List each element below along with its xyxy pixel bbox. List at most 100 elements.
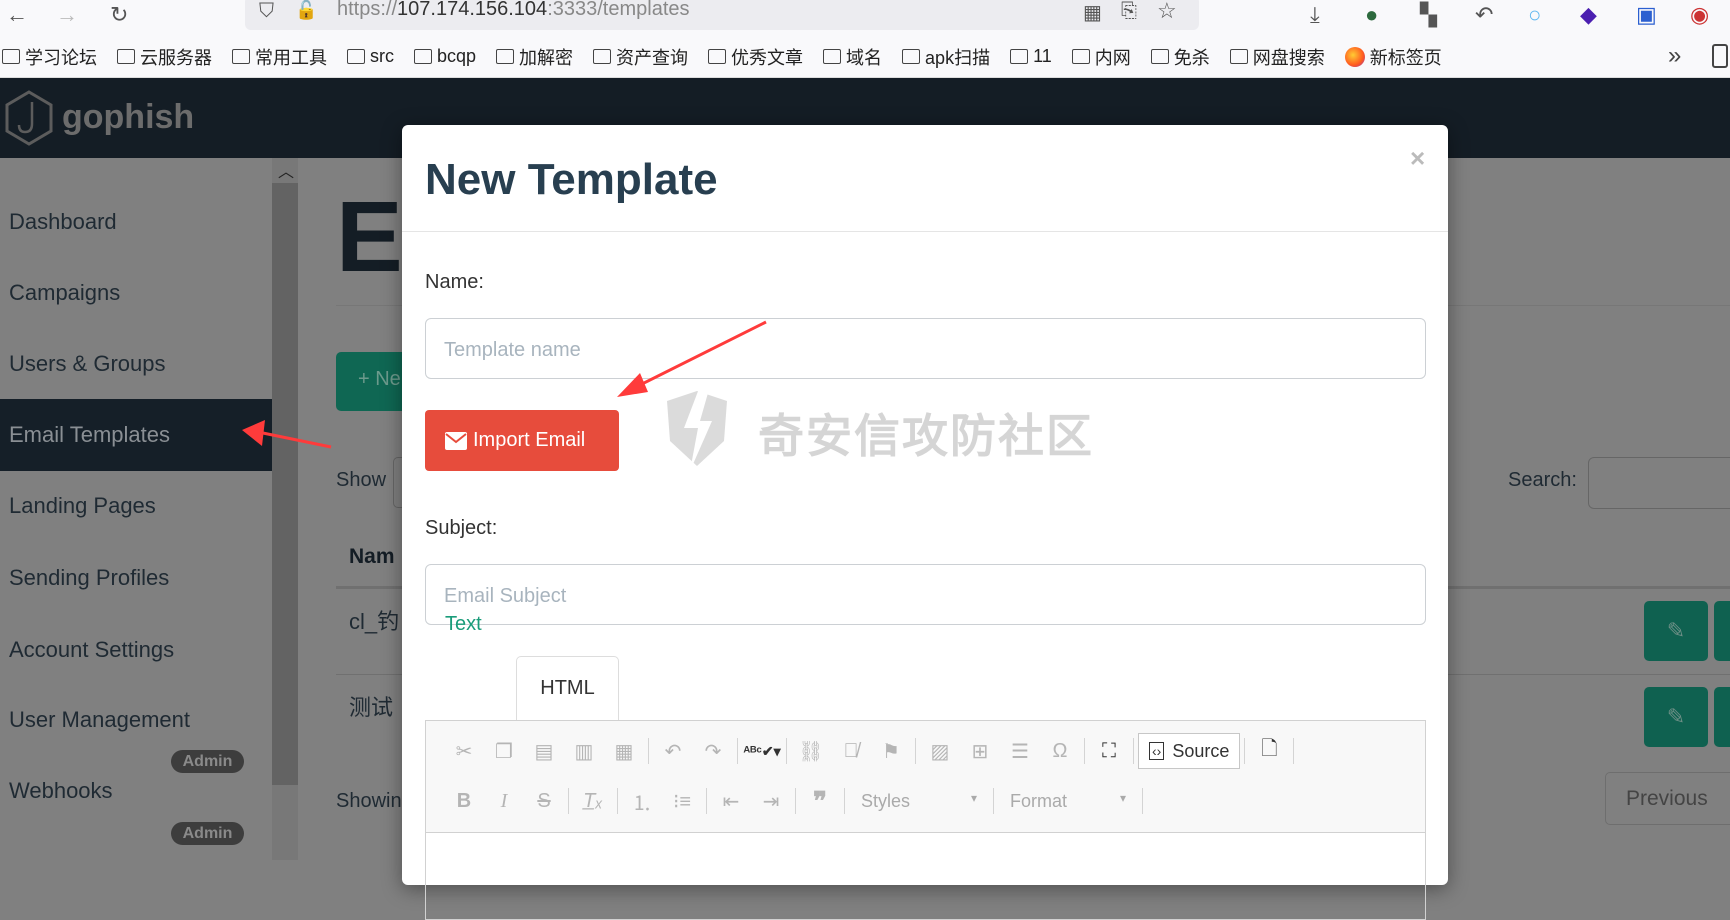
outdent-icon[interactable]: ⇤: [711, 789, 751, 814]
cut-icon[interactable]: ✂: [444, 739, 484, 764]
tab-html[interactable]: HTML: [516, 656, 619, 723]
bookmark-folder[interactable]: 加解密: [496, 44, 573, 70]
bulleted-list-icon[interactable]: ⁝≡: [662, 789, 702, 814]
bookmark-star-icon[interactable]: ☆: [1157, 0, 1177, 24]
search-input[interactable]: [1588, 457, 1730, 509]
bookmarks-overflow-button[interactable]: »: [1668, 42, 1681, 70]
back-icon[interactable]: ←: [6, 2, 28, 28]
bookmark-label: 优秀文章: [731, 47, 804, 68]
bookmark-folder[interactable]: 域名: [823, 44, 882, 70]
sidebar-item-email-templates[interactable]: Email Templates: [0, 399, 272, 471]
remove-format-icon[interactable]: T̲ₓ: [573, 790, 613, 813]
maximize-icon[interactable]: ⛶: [1089, 740, 1129, 763]
watermark-shield-logo-icon: [667, 386, 727, 471]
column-header-name[interactable]: Nam: [349, 545, 395, 569]
reload-icon[interactable]: ↻: [110, 2, 128, 28]
indent-icon[interactable]: ⇥: [751, 789, 791, 814]
sidebar-item-webhooks[interactable]: Webhooks: [0, 755, 272, 827]
address-bar[interactable]: ⛉ 🔓 https://107.174.156.104:3333/templat…: [245, 0, 1199, 30]
bookmark-folder[interactable]: 优秀文章: [708, 44, 803, 70]
forward-icon[interactable]: →: [56, 2, 78, 28]
image-icon[interactable]: ▨: [920, 739, 960, 764]
edit-button[interactable]: ✎: [1644, 687, 1708, 747]
download-icon[interactable]: ⤓: [1310, 2, 1320, 28]
row-action-button[interactable]: [1714, 601, 1730, 661]
toolbar-separator: [617, 788, 618, 814]
bookmark-folder[interactable]: 学习论坛: [2, 44, 97, 70]
bookmark-folder[interactable]: 常用工具: [232, 44, 327, 70]
previous-page-button[interactable]: Previous: [1605, 772, 1730, 825]
bookmark-new-tab[interactable]: 新标签页: [1344, 44, 1442, 70]
edit-button[interactable]: ✎: [1644, 601, 1708, 661]
bookmark-folder[interactable]: bcqp: [414, 46, 476, 67]
profile-icon[interactable]: ◉: [1690, 2, 1709, 28]
anchor-flag-icon[interactable]: ⚑: [871, 739, 911, 764]
bookmark-folder[interactable]: 云服务器: [117, 44, 212, 70]
strikethrough-icon[interactable]: S: [524, 790, 564, 813]
paste-icon[interactable]: ▤: [524, 739, 564, 764]
format-dropdown[interactable]: Format ▾: [998, 791, 1138, 812]
extension-icon[interactable]: ●: [1365, 2, 1378, 28]
bookmark-folder[interactable]: 内网: [1071, 44, 1131, 70]
email-subject-input[interactable]: Email Subject: [425, 564, 1426, 625]
paste-word-icon[interactable]: ▦: [604, 739, 644, 764]
undo-icon[interactable]: ↶: [653, 739, 693, 764]
gophish-logo-icon[interactable]: [4, 90, 54, 146]
sidebar-item-campaigns[interactable]: Campaigns: [0, 257, 272, 329]
special-char-icon[interactable]: Ω: [1040, 740, 1080, 763]
unlink-icon[interactable]: ⛓̸: [831, 740, 871, 763]
translate-extension-icon[interactable]: ▣: [1636, 2, 1657, 28]
toolbar-separator: [795, 788, 796, 814]
folder-icon: [1010, 49, 1029, 64]
bookmark-folder[interactable]: apk扫描: [902, 44, 990, 70]
horizontal-rule-icon[interactable]: ☰: [1000, 739, 1040, 764]
scroll-up-icon[interactable]: ︿: [278, 158, 294, 182]
bookmark-folder[interactable]: 网盘搜索: [1229, 44, 1325, 70]
bookmark-label: 域名: [846, 47, 883, 68]
template-name-input[interactable]: Template name: [425, 318, 1426, 379]
sidebar-toggle-icon[interactable]: [1712, 44, 1728, 68]
link-icon[interactable]: ⛓: [791, 739, 831, 764]
sidebar-item-user-management[interactable]: User Management: [0, 684, 272, 756]
import-email-button[interactable]: Import Email: [425, 410, 619, 471]
qr-code-icon[interactable]: ▦: [1083, 0, 1102, 25]
brand-name[interactable]: gophish: [62, 98, 194, 137]
html-editor[interactable]: ✂ ❐ ▤ ▥ ▦ ↶ ↷ ᴬᴮᶜ✔▾ ⛓ ⛓̸ ⚑ ▨ ⊞ ☰ Ω ⛶ ‹› …: [425, 720, 1426, 920]
italic-icon[interactable]: I: [484, 790, 524, 813]
styles-dropdown[interactable]: Styles ▾: [849, 791, 989, 812]
bookmark-label: src: [370, 46, 394, 66]
bookmark-folder[interactable]: src: [347, 46, 394, 67]
table-row-name: cl_钓: [349, 609, 400, 634]
bookmarks-bar: 学习论坛 云服务器 常用工具 src bcqp 加解密 资产查询 优秀文章 域名…: [0, 36, 1730, 78]
extension-icon[interactable]: ↶: [1475, 2, 1493, 28]
bookmark-folder[interactable]: 资产查询: [593, 44, 688, 70]
close-button[interactable]: ×: [1410, 143, 1425, 174]
bold-icon[interactable]: B: [444, 790, 484, 813]
bookmark-folder[interactable]: 免杀: [1150, 44, 1210, 70]
spellcheck-icon[interactable]: ᴬᴮᶜ✔▾: [742, 743, 782, 760]
sidebar-item-sending-profiles[interactable]: Sending Profiles: [0, 542, 272, 614]
blockquote-icon[interactable]: ❞: [800, 786, 840, 817]
scrollbar-thumb[interactable]: [272, 183, 298, 785]
copy-icon[interactable]: ❐: [484, 739, 524, 764]
sidebar-item-users-groups[interactable]: Users & Groups: [0, 328, 272, 400]
redo-icon[interactable]: ↷: [693, 739, 733, 764]
extension-icon[interactable]: ◆: [1580, 2, 1597, 28]
paste-text-icon[interactable]: ▥: [564, 739, 604, 764]
sidebar-item-account-settings[interactable]: Account Settings: [0, 614, 272, 686]
translate-icon[interactable]: ⎘: [1121, 0, 1137, 23]
sidebar-item-landing-pages[interactable]: Landing Pages: [0, 470, 272, 542]
source-button[interactable]: ‹› Source: [1138, 733, 1241, 769]
toolbar-separator: [844, 788, 845, 814]
row-action-button[interactable]: [1714, 687, 1730, 747]
numbered-list-icon[interactable]: ⒈: [622, 787, 662, 816]
sidebar-item-dashboard[interactable]: Dashboard: [0, 186, 272, 258]
bookmark-folder[interactable]: 11: [1010, 46, 1052, 67]
table-icon[interactable]: ⊞: [960, 739, 1000, 764]
extension-icon[interactable]: ○: [1528, 2, 1541, 28]
folder-icon: [117, 49, 135, 64]
tab-text[interactable]: Text: [445, 613, 482, 636]
preview-icon[interactable]: 🗋: [1249, 734, 1289, 768]
sidebar: Dashboard Campaigns Users & Groups Email…: [0, 158, 272, 860]
extension-icon[interactable]: ▚: [1420, 2, 1437, 28]
